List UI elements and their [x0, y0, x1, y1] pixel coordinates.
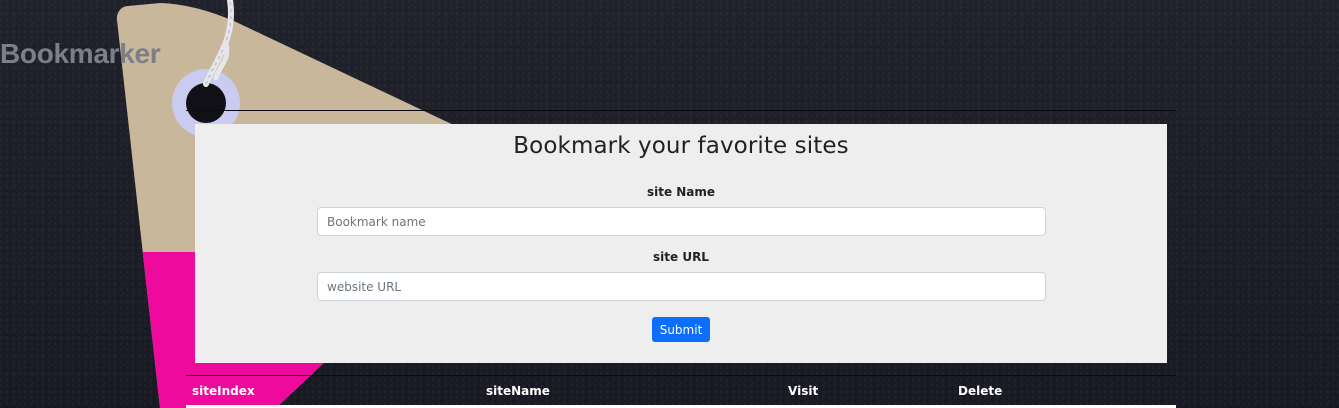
submit-button[interactable]: Submit: [652, 317, 710, 342]
site-name-label: site Name: [646, 185, 716, 199]
site-url-label: site URL: [653, 250, 709, 264]
bookmarks-table: siteIndex siteName Visit Delete: [186, 376, 1176, 408]
column-header-site-name: siteName: [486, 384, 550, 398]
app-title: Bookmarker: [0, 38, 161, 69]
bookmark-form: Bookmark your favorite sites site Name s…: [195, 124, 1167, 363]
column-header-site-index: siteIndex: [192, 384, 255, 398]
site-url-input[interactable]: [317, 272, 1046, 301]
header-divider: [186, 110, 1176, 111]
column-header-delete: Delete: [958, 384, 1003, 398]
site-name-input[interactable]: [317, 207, 1046, 236]
column-header-visit: Visit: [788, 384, 819, 398]
form-heading: Bookmark your favorite sites: [513, 133, 849, 159]
